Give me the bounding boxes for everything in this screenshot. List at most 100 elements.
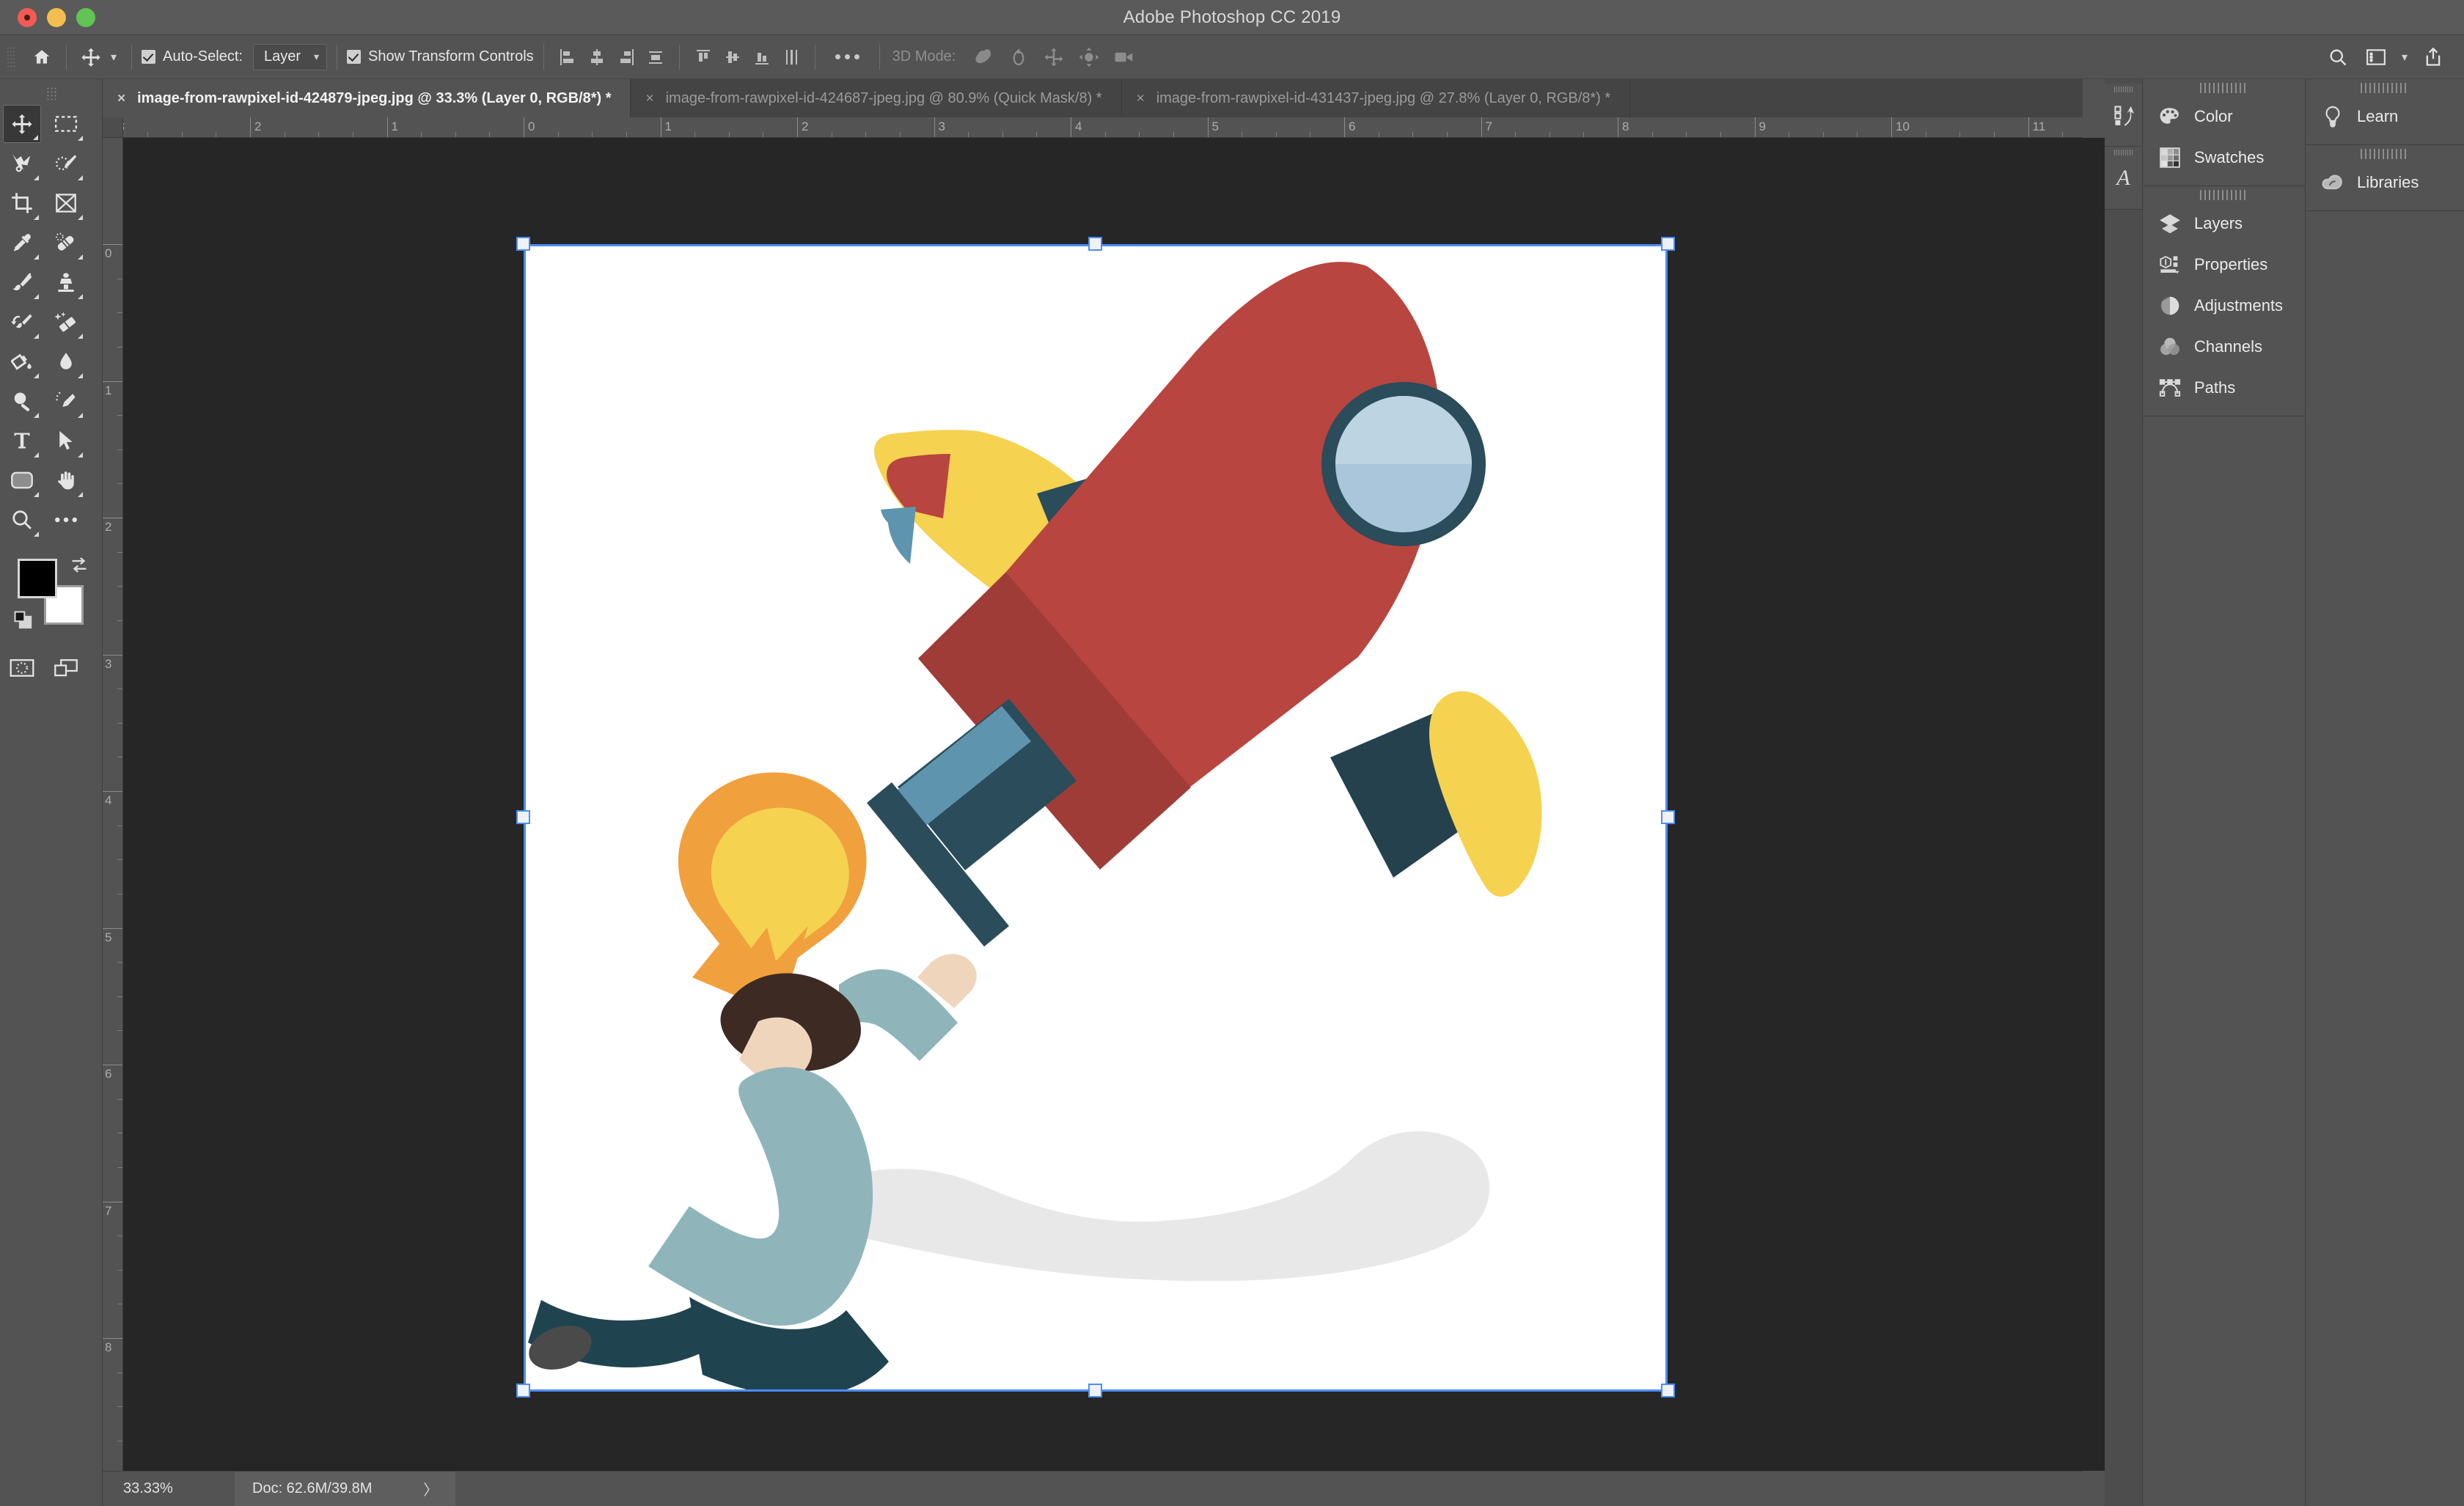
move-tool-chevron-down-icon[interactable]: ▾ [106, 43, 122, 72]
panel-group-grip[interactable] [2199, 83, 2248, 93]
workspace-icon[interactable] [2358, 43, 2394, 72]
move-tool-icon[interactable] [76, 43, 106, 72]
align-horizontal-centers-icon[interactable] [583, 43, 611, 72]
rectangular-marquee-tool[interactable] [47, 105, 85, 143]
more-options-icon[interactable] [825, 54, 870, 59]
edit-toolbar-tool[interactable] [47, 501, 85, 539]
panel-item-libraries-label: Libraries [2357, 173, 2419, 191]
eraser-tool[interactable] [47, 303, 85, 341]
default-colors-icon[interactable] [13, 610, 34, 634]
tools-panel-grip[interactable] [45, 87, 56, 100]
blur-tool[interactable] [47, 342, 85, 381]
close-icon[interactable]: × [1137, 92, 1145, 106]
foreground-color-swatch[interactable] [18, 559, 57, 598]
panel-item-channels[interactable]: Channels [2143, 326, 2305, 367]
quick-selection-tool[interactable] [47, 144, 85, 183]
transform-handle-middle-right[interactable] [1661, 810, 1675, 824]
panel-group-grip[interactable] [2361, 149, 2409, 159]
pan-3d-icon[interactable] [1036, 41, 1071, 73]
transform-handle-middle-left[interactable] [516, 810, 530, 824]
history-brush-tool[interactable] [3, 303, 41, 341]
rectangle-tool[interactable] [3, 461, 41, 499]
align-top-edges-icon[interactable] [689, 43, 717, 72]
transform-handle-top-right[interactable] [1661, 237, 1675, 251]
home-icon[interactable] [27, 43, 56, 72]
panel-item-libraries[interactable]: Libraries [2306, 162, 2464, 203]
panel-item-color[interactable]: Color [2143, 96, 2305, 137]
brush-tool[interactable] [3, 263, 41, 301]
auto-select-scope-select[interactable]: Layer ▾ [252, 43, 328, 70]
artboard[interactable] [516, 237, 1675, 1397]
align-bottom-edges-icon[interactable] [748, 43, 776, 72]
ruler-label: 11 [2032, 120, 2046, 133]
document-tab-2[interactable]: × image-from-rawpixel-id-424687-jpeg.jpg… [631, 79, 1122, 117]
transform-handle-bottom-center[interactable] [1088, 1384, 1102, 1397]
spot-healing-brush-tool[interactable] [47, 224, 85, 262]
share-icon[interactable] [2416, 43, 2451, 72]
auto-select-checkbox-box[interactable] [142, 50, 155, 64]
auto-select-checkbox[interactable]: Auto-Select: [142, 48, 243, 65]
rail-grip[interactable] [2113, 87, 2133, 92]
dodge-tool[interactable] [3, 382, 41, 420]
transform-handle-bottom-left[interactable] [516, 1384, 530, 1397]
close-icon[interactable]: × [645, 92, 653, 106]
quick-mask-icon[interactable] [3, 649, 41, 687]
document-info[interactable]: Doc: 62.6M/39.8M 〉 [235, 1471, 456, 1506]
panel-item-paths[interactable]: Paths [2143, 367, 2305, 408]
align-vertical-centers-icon[interactable] [719, 43, 747, 72]
options-bar-grip[interactable] [7, 45, 15, 68]
gradient-tool[interactable] [3, 342, 41, 381]
vertical-ruler[interactable]: 0123456789 [103, 138, 123, 1471]
path-selection-tool[interactable] [47, 422, 85, 460]
document-tab-1[interactable]: × image-from-rawpixel-id-424879-jpeg.jpg… [103, 79, 631, 117]
transform-handle-top-left[interactable] [516, 237, 530, 251]
panel-group-grip[interactable] [2361, 83, 2409, 93]
ruler-origin-corner[interactable] [103, 117, 123, 138]
horizontal-ruler[interactable]: 32101234567891011 [103, 117, 2083, 138]
type-tool[interactable] [3, 422, 41, 460]
history-panel-icon[interactable] [2105, 84, 2142, 147]
show-transform-controls-checkbox-box[interactable] [347, 50, 362, 64]
panel-item-swatches[interactable]: Swatches [2143, 137, 2305, 178]
clone-stamp-tool[interactable] [47, 263, 85, 301]
show-transform-controls-checkbox[interactable]: Show Transform Controls [347, 48, 534, 65]
swap-colors-icon[interactable] [70, 556, 89, 578]
panel-item-layers[interactable]: Layers [2143, 203, 2305, 244]
crop-tool[interactable] [3, 184, 41, 222]
roll-3d-icon[interactable] [1001, 41, 1036, 73]
lasso-tool[interactable] [3, 144, 41, 183]
character-panel-icon[interactable]: A [2105, 147, 2142, 210]
transform-handle-bottom-right[interactable] [1661, 1384, 1675, 1397]
workspace-chevron-down-icon[interactable]: ▾ [2397, 43, 2413, 72]
align-left-edges-icon[interactable] [554, 43, 582, 72]
distribute-vertically-icon[interactable] [777, 43, 805, 72]
canvas-area[interactable] [123, 138, 2105, 1471]
eyedropper-tool[interactable] [3, 224, 41, 262]
panel-item-learn[interactable]: Learn [2306, 96, 2464, 137]
distribute-horizontally-icon[interactable] [642, 43, 670, 72]
align-right-edges-icon[interactable] [612, 43, 640, 72]
document-tab-3[interactable]: × image-from-rawpixel-id-431437-jpeg.jpg… [1121, 79, 1631, 117]
panel-item-properties[interactable]: Properties [2143, 244, 2305, 285]
frame-tool[interactable] [47, 184, 85, 222]
ruler-minor-tick [1139, 132, 1140, 137]
zoom-tool[interactable] [3, 501, 41, 539]
orbit-3d-icon[interactable] [966, 41, 1001, 73]
close-icon[interactable]: × [117, 92, 125, 106]
ruler-minor-tick [117, 1167, 122, 1168]
zoom-level[interactable]: 33.33% [103, 1480, 235, 1497]
options-bar-right-tools: ▾ [2320, 43, 2464, 72]
chevron-right-icon[interactable]: 〉 [423, 1478, 438, 1499]
camera-3d-icon[interactable] [1107, 41, 1142, 73]
move-tool[interactable] [3, 105, 41, 143]
search-icon[interactable] [2320, 43, 2355, 72]
rail-grip[interactable] [2113, 150, 2133, 155]
hand-tool[interactable] [47, 461, 85, 499]
show-transform-controls-label: Show Transform Controls [368, 48, 534, 65]
panel-item-adjustments[interactable]: Adjustments [2143, 285, 2305, 326]
slide-3d-icon[interactable] [1071, 41, 1107, 73]
panel-group-grip[interactable] [2199, 190, 2248, 200]
screen-mode-icon[interactable] [47, 649, 85, 687]
pen-tool[interactable] [47, 382, 85, 420]
transform-handle-top-center[interactable] [1088, 237, 1102, 251]
